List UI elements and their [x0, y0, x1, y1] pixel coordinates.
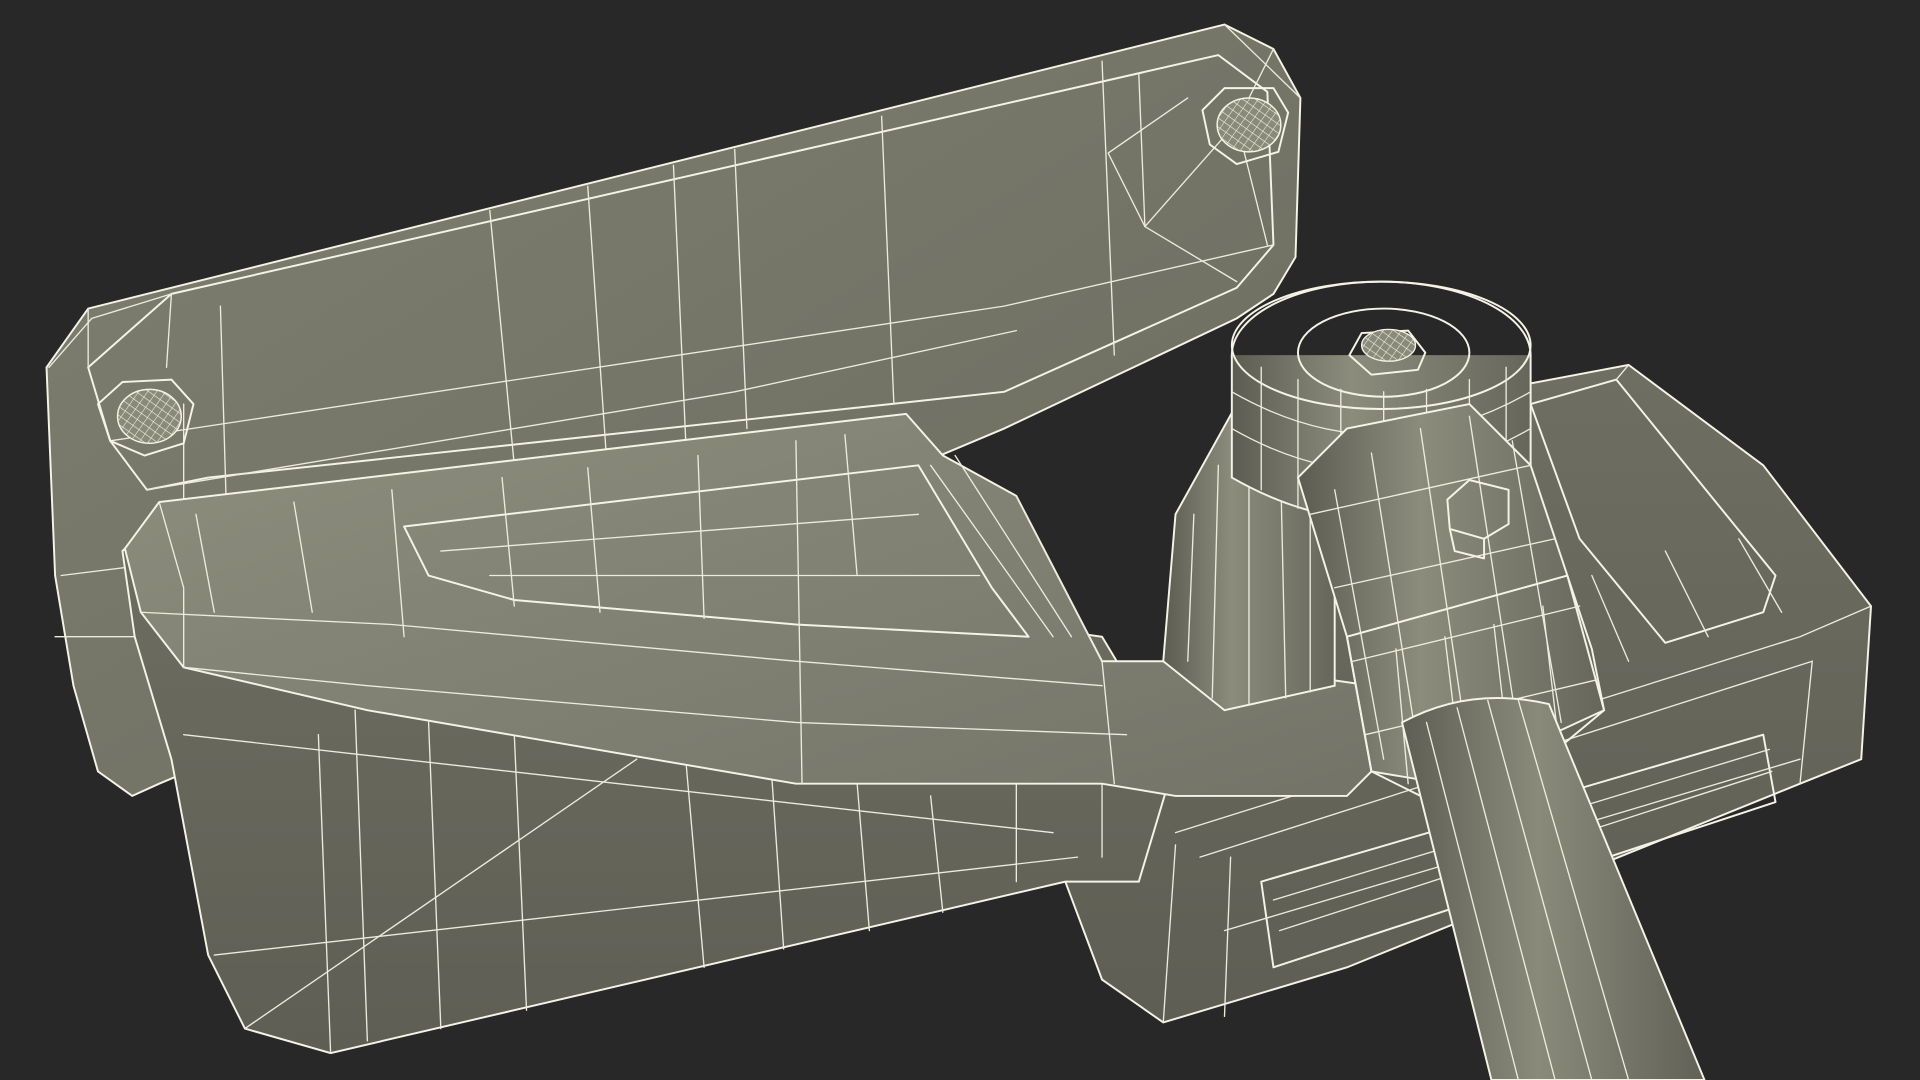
wireframe-render: [45, 23, 1873, 1080]
